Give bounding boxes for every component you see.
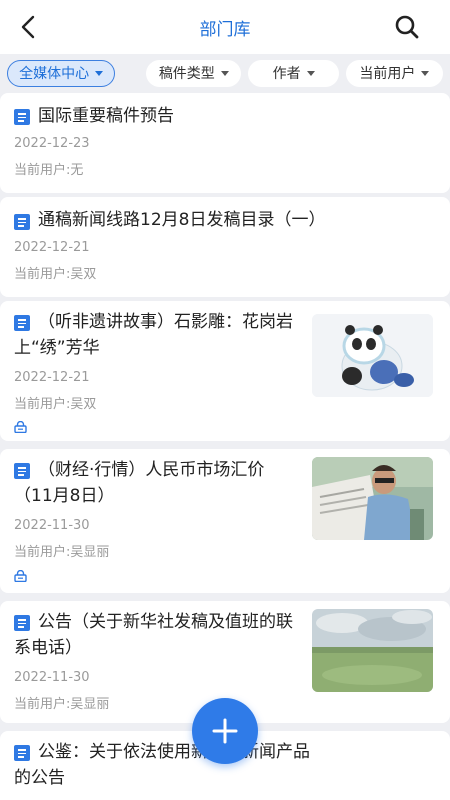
- plus-icon: [212, 718, 238, 744]
- item-current-user: 当前用户:吴双: [14, 267, 97, 282]
- item-date: 2022-11-30: [14, 518, 90, 533]
- caret-down-icon: [220, 70, 229, 76]
- top-bar: 部门库: [0, 0, 450, 54]
- watermark-text: 七叶子: [354, 741, 432, 769]
- item-title: （财经·行情）人民币市场汇价（11月8日）: [14, 460, 265, 506]
- item-current-user: 当前用户:吴双: [14, 397, 97, 412]
- filter-author[interactable]: 作者: [248, 59, 339, 87]
- leaf-logo-icon: [304, 733, 344, 774]
- watermark: 七叶子 7YZ.COM: [292, 725, 442, 789]
- filter-type[interactable]: 稿件类型: [146, 59, 242, 87]
- lock-icon: [14, 421, 27, 433]
- item-date: 2022-12-23: [14, 136, 90, 151]
- grass-field-landscape-image: [312, 609, 433, 692]
- filter-type-label: 稿件类型: [158, 66, 215, 82]
- item-title: 公鉴：关于依法使用新华社新闻产品的公告: [14, 742, 310, 788]
- list-item[interactable]: 通稿新闻线路12月8日发稿目录（一） 2022-12-21 当前用户:吴双: [0, 197, 450, 297]
- item-title: 国际重要稿件预告: [38, 106, 174, 126]
- caret-down-icon: [421, 70, 430, 76]
- search-icon: [395, 15, 419, 39]
- item-date: 2022-12-21: [14, 370, 90, 385]
- page-title: 部门库: [199, 19, 251, 40]
- item-title: 公告（关于新华社发稿及值班的联系电话）: [14, 612, 293, 658]
- search-button[interactable]: [394, 14, 420, 40]
- item-date: 2022-11-30: [14, 670, 90, 685]
- back-button[interactable]: [14, 13, 42, 41]
- filter-current-user[interactable]: 当前用户: [345, 59, 443, 87]
- item-title: （听非遗讲故事）石影雕：花岗岩上“绣”芳华: [14, 312, 293, 358]
- man-reading-newspaper-image: [312, 457, 433, 540]
- watermark-url: 7YZ.COM: [360, 769, 420, 780]
- panda-mascot-image: [312, 314, 433, 397]
- item-title: 通稿新闻线路12月8日发稿目录（一）: [38, 210, 326, 230]
- item-current-user: 当前用户:无: [14, 163, 84, 178]
- item-date: 2022-12-21: [14, 240, 90, 255]
- filter-department-label: 全媒体中心: [19, 66, 90, 82]
- list-item[interactable]: 国际重要稿件预告 2022-12-23 当前用户:无: [0, 93, 450, 193]
- filter-department[interactable]: 全媒体中心: [7, 59, 116, 87]
- filter-bar: 全媒体中心 稿件类型 作者 当前用户: [0, 54, 450, 92]
- list-item[interactable]: （听非遗讲故事）石影雕：花岗岩上“绣”芳华 2022-12-21 当前用户:吴双: [0, 301, 450, 441]
- caret-down-icon: [95, 70, 104, 76]
- item-current-user: 当前用户:吴显丽: [14, 545, 110, 560]
- caret-down-icon: [306, 70, 315, 76]
- filter-current-user-label: 当前用户: [359, 66, 416, 82]
- chevron-left-icon: [21, 15, 35, 39]
- list-item[interactable]: （财经·行情）人民币市场汇价（11月8日） 2022-11-30 当前用户:吴显…: [0, 449, 450, 593]
- lock-icon: [14, 570, 27, 582]
- item-current-user: 当前用户:吴显丽: [14, 697, 110, 712]
- add-button[interactable]: [192, 698, 258, 764]
- filter-author-label: 作者: [272, 66, 301, 82]
